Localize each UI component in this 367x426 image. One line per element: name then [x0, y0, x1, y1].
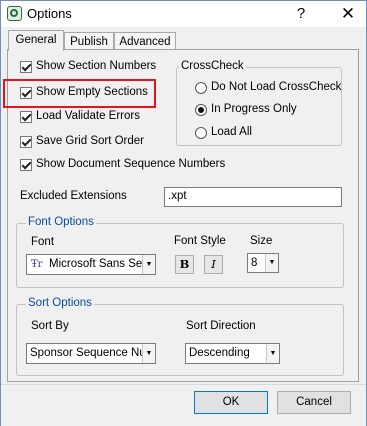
load-validate-errors-checkbox[interactable] [20, 111, 32, 123]
help-button[interactable]: ? [289, 3, 313, 25]
ok-button[interactable]: OK [194, 391, 268, 414]
sort-by-select[interactable]: Sponsor Sequence Nu ▼ [26, 343, 156, 364]
app-icon [7, 6, 22, 21]
window-title: Options [27, 6, 72, 21]
sort-direction-select[interactable]: Descending ▼ [185, 343, 280, 364]
font-type-icon: Ŧr [31, 259, 43, 270]
sort-by-label: Sort By [31, 320, 69, 332]
close-button[interactable]: ✕ [336, 3, 360, 25]
in-progress-only-radio[interactable] [195, 104, 207, 116]
font-label: Font [31, 236, 55, 248]
show-document-sequence-numbers-label[interactable]: Show Document Sequence Numbers [36, 158, 225, 170]
chevron-down-icon: ▼ [265, 254, 278, 272]
crosscheck-title: CrossCheck [179, 60, 246, 72]
do-not-load-crosscheck-label[interactable]: Do Not Load CrossCheck [211, 81, 341, 93]
excluded-extensions-label: Excluded Extensions [20, 190, 127, 202]
show-section-numbers-label[interactable]: Show Section Numbers [36, 60, 156, 72]
load-all-label[interactable]: Load All [211, 126, 252, 138]
show-document-sequence-numbers-checkbox[interactable] [20, 159, 32, 171]
size-select[interactable]: 8 ▼ [247, 253, 279, 273]
chevron-down-icon: ▼ [266, 344, 279, 363]
font-select-value: Microsoft Sans Ser [49, 258, 147, 270]
tab-general[interactable]: General [8, 30, 64, 51]
options-dialog: Options ? ✕ General Publish Advanced Sho… [0, 0, 367, 426]
cancel-button[interactable]: Cancel [277, 391, 351, 414]
italic-button[interactable]: I [204, 255, 223, 274]
show-section-numbers-checkbox[interactable] [20, 61, 32, 73]
chevron-down-icon: ▼ [142, 344, 155, 363]
sort-by-select-value: Sponsor Sequence Nu [30, 347, 146, 359]
excluded-extensions-input[interactable]: .xpt [164, 187, 342, 207]
bold-button[interactable]: B [175, 255, 194, 274]
sort-direction-label: Sort Direction [186, 320, 256, 332]
title-bar: Options ? ✕ [1, 1, 366, 27]
highlight-box [3, 79, 156, 108]
font-options-title: Font Options [26, 216, 96, 228]
sort-options-title: Sort Options [26, 297, 94, 309]
save-grid-sort-order-label[interactable]: Save Grid Sort Order [36, 135, 144, 147]
chevron-down-icon: ▼ [142, 255, 155, 274]
load-all-radio[interactable] [195, 127, 207, 139]
font-select[interactable]: Ŧr Microsoft Sans Ser ▼ [26, 254, 156, 275]
save-grid-sort-order-checkbox[interactable] [20, 136, 32, 148]
font-style-label: Font Style [174, 235, 226, 247]
do-not-load-crosscheck-radio[interactable] [195, 82, 207, 94]
size-select-value: 8 [251, 257, 258, 269]
in-progress-only-label[interactable]: In Progress Only [211, 103, 297, 115]
sort-options-group [16, 304, 344, 376]
sort-direction-select-value: Descending [189, 347, 250, 359]
load-validate-errors-label[interactable]: Load Validate Errors [36, 110, 140, 122]
size-label: Size [250, 235, 273, 247]
